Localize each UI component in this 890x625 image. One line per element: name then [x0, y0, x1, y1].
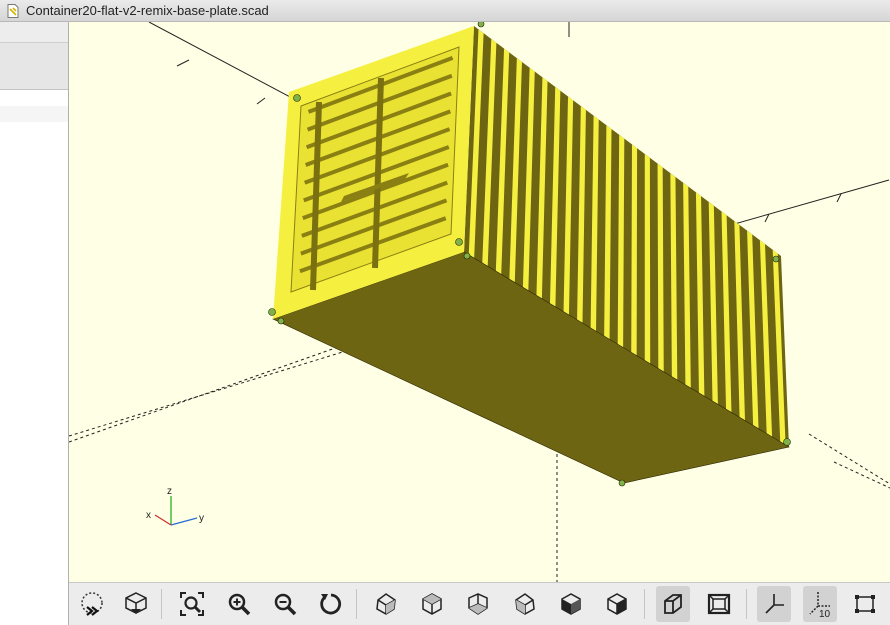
- corrugation-rib: [631, 144, 638, 356]
- view-right-button[interactable]: [369, 586, 403, 622]
- view-right-icon: [376, 593, 396, 615]
- view-left-button[interactable]: [508, 586, 542, 622]
- view-top-icon: [422, 593, 442, 615]
- reset-view-icon: [320, 593, 342, 615]
- axes-indicator: z x y: [146, 486, 204, 526]
- view-bottom-icon: [468, 593, 488, 615]
- view-back-icon: [607, 593, 627, 615]
- axes-icon: [765, 594, 784, 614]
- render-button[interactable]: [119, 586, 153, 622]
- axis-z-label: z: [167, 486, 172, 497]
- editor-current-line: [0, 106, 68, 122]
- show-axes-button[interactable]: [757, 586, 791, 622]
- editor-toolbar[interactable]: [0, 43, 68, 90]
- perspective-button[interactable]: [656, 586, 690, 622]
- view-all-button[interactable]: [175, 586, 209, 622]
- perspective-icon: [664, 594, 682, 614]
- show-scale-markers-button[interactable]: 10: [803, 586, 837, 622]
- orthogonal-icon: [707, 593, 731, 615]
- scale-markers-label: 10: [819, 609, 831, 618]
- corrugation-rib: [657, 163, 664, 372]
- scale-markers-icon: 10: [809, 592, 831, 618]
- viewport-canvas[interactable]: z x y: [69, 22, 890, 582]
- reset-view-button[interactable]: [314, 586, 348, 622]
- corrugation-rib: [644, 153, 651, 364]
- view-bottom-button[interactable]: [461, 586, 495, 622]
- document-icon: [7, 4, 19, 18]
- editor-tab-strip: [0, 22, 68, 43]
- viewer-toolbar: 10: [69, 582, 890, 625]
- view-left-icon: [515, 593, 535, 615]
- show-edges-button[interactable]: [848, 586, 882, 622]
- container-model[interactable]: [268, 22, 791, 487]
- view-top-button[interactable]: [415, 586, 449, 622]
- zoom-out-icon: [274, 593, 297, 616]
- zoom-in-icon: [228, 593, 251, 616]
- window-title: Container20-flat-v2-remix-base-plate.sca…: [26, 3, 269, 18]
- zoom-out-button[interactable]: [268, 586, 302, 622]
- 3d-viewport[interactable]: z x y: [69, 22, 890, 582]
- view-back-button[interactable]: [600, 586, 634, 622]
- orthogonal-button[interactable]: [702, 586, 736, 622]
- zoom-in-button[interactable]: [222, 586, 256, 622]
- preview-button[interactable]: [75, 586, 109, 622]
- title-bar: Container20-flat-v2-remix-base-plate.sca…: [0, 0, 890, 22]
- edges-icon: [855, 595, 875, 613]
- zoom-fit-icon: [180, 592, 204, 616]
- view-front-icon: [561, 593, 581, 615]
- axis-y-label: y: [199, 513, 204, 524]
- preview-render-icon: [81, 592, 103, 616]
- axis-x-label: x: [146, 510, 151, 521]
- view-front-button[interactable]: [554, 586, 588, 622]
- editor-panel[interactable]: [0, 22, 69, 625]
- render-icon: [125, 592, 147, 614]
